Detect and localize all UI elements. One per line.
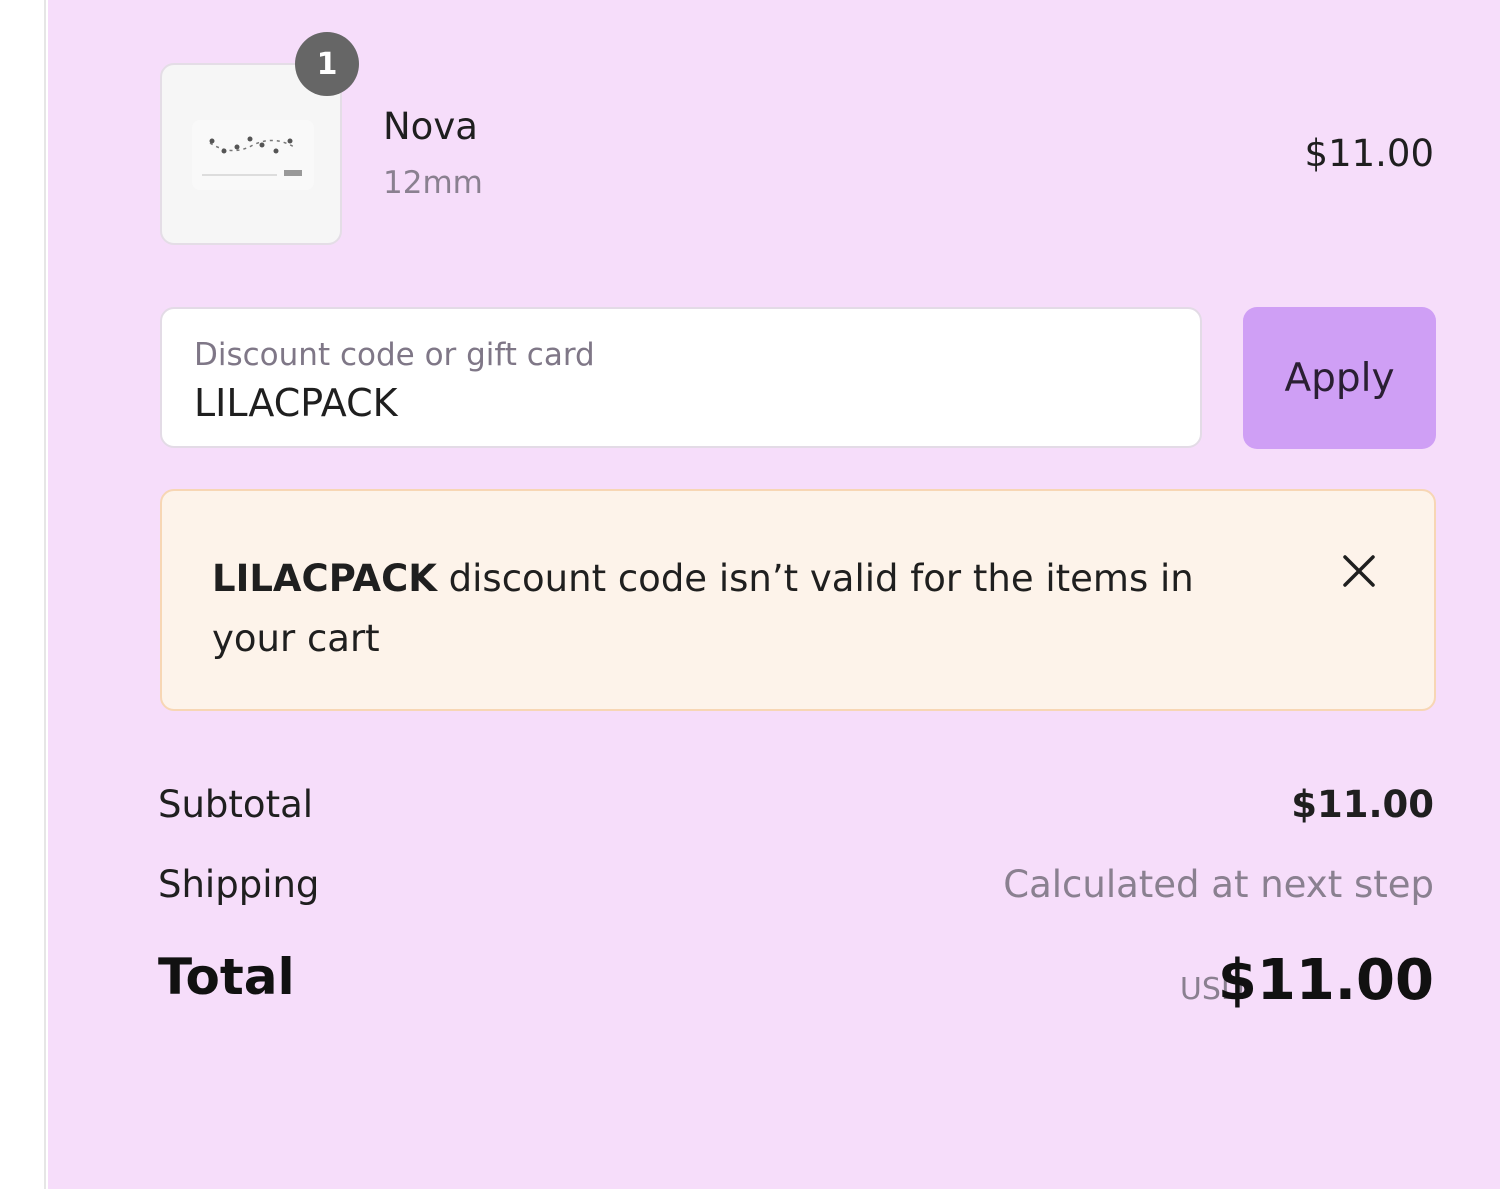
- quantity-badge: 1: [295, 32, 359, 96]
- close-icon[interactable]: [1337, 549, 1381, 593]
- discount-code-field[interactable]: Discount code or gift card: [160, 307, 1202, 448]
- total-value: $11.00: [1217, 948, 1434, 1013]
- discount-warning-banner: LILACPACK discount code isn’t valid for …: [160, 489, 1436, 711]
- subtotal-value: $11.00: [1291, 783, 1434, 826]
- warning-message: LILACPACK discount code isn’t valid for …: [212, 549, 1252, 669]
- warning-code: LILACPACK: [212, 557, 437, 600]
- discount-code-input[interactable]: [194, 381, 1094, 425]
- left-column-edge: [0, 0, 46, 1189]
- product-variant: 12mm: [383, 165, 483, 201]
- discount-field-label: Discount code or gift card: [194, 337, 595, 373]
- product-name: Nova: [383, 105, 478, 148]
- subtotal-label: Subtotal: [158, 783, 314, 826]
- total-label: Total: [158, 948, 295, 1006]
- shipping-value: Calculated at next step: [1003, 863, 1434, 906]
- apply-button[interactable]: Apply: [1243, 307, 1436, 449]
- shipping-label: Shipping: [158, 863, 320, 906]
- product-price: $11.00: [1304, 132, 1434, 175]
- product-thumbnail-wrap: 1: [160, 32, 359, 245]
- order-summary-panel: 1 Nova 12mm $11.00 Discount code or gift…: [48, 0, 1500, 1189]
